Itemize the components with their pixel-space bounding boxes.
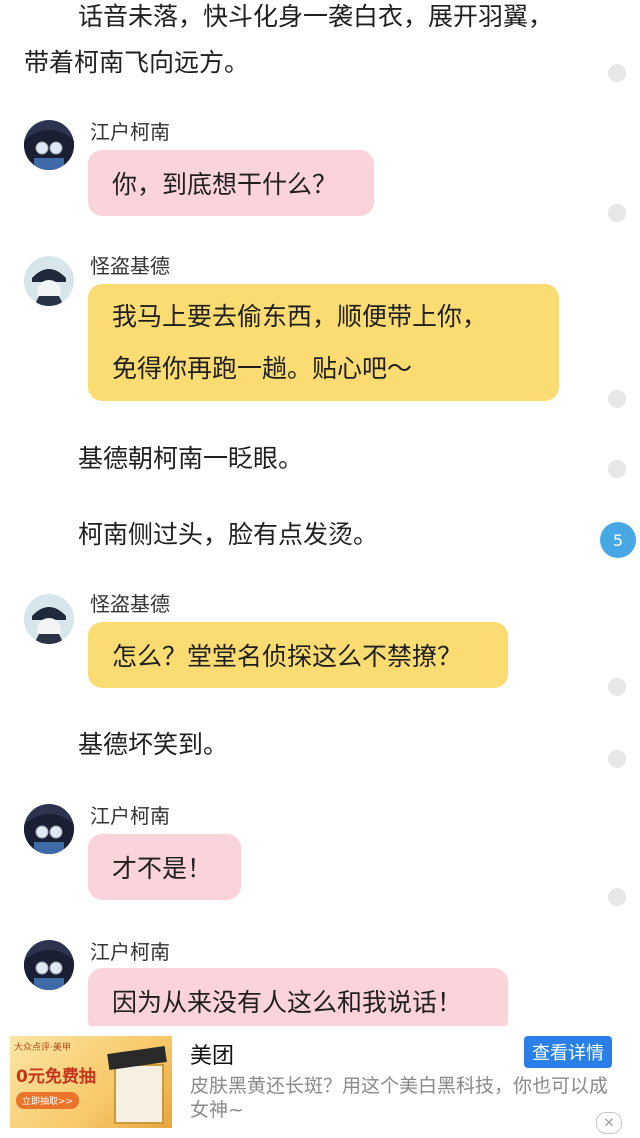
paragraph-comment-dot[interactable] [608, 204, 626, 222]
ad-description[interactable]: 皮肤黑黄还长斑？用这个美白黑科技，你也可以成女神~ [190, 1074, 620, 1122]
avatar-conan[interactable] [24, 804, 74, 854]
avatar-conan[interactable] [24, 120, 74, 170]
ad-details-button[interactable]: 查看详情 [524, 1036, 612, 1068]
ad-thumb-button: 立即抽取>> [16, 1092, 80, 1109]
paragraph-comment-dot[interactable] [608, 678, 626, 696]
close-icon[interactable]: ✕ [596, 1112, 622, 1134]
chat-bubble-conan: 因为从来没有人这么和我说话！ [88, 968, 508, 1034]
speaker-name: 怪盗基德 [90, 592, 170, 616]
chat-bubble-conan: 你，到底想干什么？ [88, 150, 374, 216]
paragraph-comment-dot[interactable] [608, 750, 626, 768]
narration-intro-2: 带着柯南飞向远方。 [24, 48, 250, 77]
ad-product-box [114, 1064, 164, 1124]
avatar-kid[interactable] [24, 594, 74, 644]
speaker-name: 怪盗基德 [90, 254, 170, 278]
avatar-conan[interactable] [24, 940, 74, 990]
chat-bubble-text: 才不是！ [112, 854, 213, 883]
chat-bubble-text: 怎么？堂堂名侦探这么不禁撩？ [112, 642, 463, 671]
ad-thumb-headline: 0元免费抽 [16, 1067, 96, 1087]
paragraph-comment-dot[interactable] [608, 888, 626, 906]
chat-bubble-text: 你，到底想干什么？ [112, 170, 338, 199]
chat-bubble-kid: 怎么？堂堂名侦探这么不禁撩？ [88, 622, 508, 688]
paragraph-comment-dot[interactable] [608, 64, 626, 82]
narration: 基德朝柯南一眨眼。 [78, 444, 304, 473]
chat-bubble-text: 因为从来没有人这么和我说话！ [112, 988, 463, 1017]
narration: 柯南侧过头，脸有点发烫。 [78, 520, 379, 549]
speaker-name: 江户柯南 [90, 804, 170, 828]
paragraph-comment-count-badge[interactable]: 5 [600, 522, 636, 558]
chat-bubble-text: 我马上要去偷东西，顺便带上你， [112, 301, 488, 331]
chat-bubble-conan: 才不是！ [88, 834, 241, 900]
narration-intro-1: 话音未落，快斗化身一袭白衣，展开羽翼， [78, 2, 554, 31]
chat-bubble-text: 免得你再跑一趟。贴心吧～ [112, 353, 413, 383]
avatar-kid[interactable] [24, 256, 74, 306]
paragraph-comment-dot[interactable] [608, 460, 626, 478]
chat-bubble-kid: 我马上要去偷东西，顺便带上你， 免得你再跑一趟。贴心吧～ [88, 284, 559, 401]
paragraph-comment-dot[interactable] [608, 390, 626, 408]
ad-banner[interactable]: 大众点评·美甲 0元免费抽 立即抽取>> 美团 皮肤黑黄还长斑？用这个美白黑科技… [0, 1026, 640, 1138]
ad-image[interactable]: 大众点评·美甲 0元免费抽 立即抽取>> [10, 1036, 172, 1128]
ad-title[interactable]: 美团 [190, 1038, 234, 1070]
speaker-name: 江户柯南 [90, 940, 170, 964]
narration: 基德坏笑到。 [78, 730, 229, 759]
ad-thumb-brand: 大众点评·美甲 [14, 1043, 71, 1053]
speaker-name: 江户柯南 [90, 120, 170, 144]
